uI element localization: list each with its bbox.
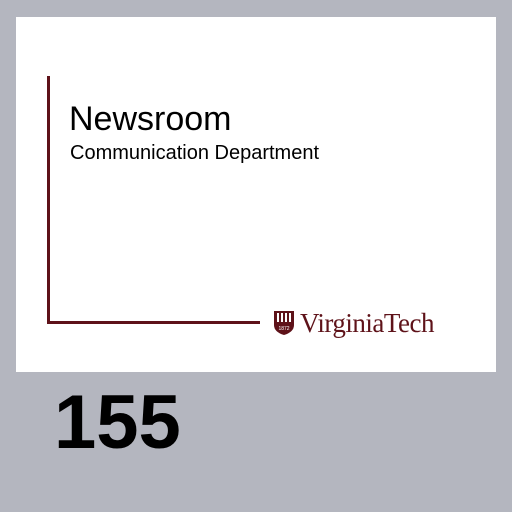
virginia-tech-shield-icon: 1872 bbox=[274, 311, 294, 335]
logo-year: 1872 bbox=[278, 326, 289, 332]
logo-wordmark: VirginiaTech bbox=[300, 308, 434, 338]
virginia-tech-logo: 1872 VirginiaTech bbox=[273, 307, 473, 339]
frame-horizontal-line bbox=[47, 321, 260, 324]
newsroom-card[interactable]: Newsroom Communication Department 1872 V… bbox=[16, 17, 496, 372]
page-title: Newsroom bbox=[69, 100, 232, 138]
page-subtitle: Communication Department bbox=[70, 142, 319, 164]
frame-vertical-line bbox=[47, 76, 50, 323]
count-badge: 155 bbox=[54, 380, 181, 465]
